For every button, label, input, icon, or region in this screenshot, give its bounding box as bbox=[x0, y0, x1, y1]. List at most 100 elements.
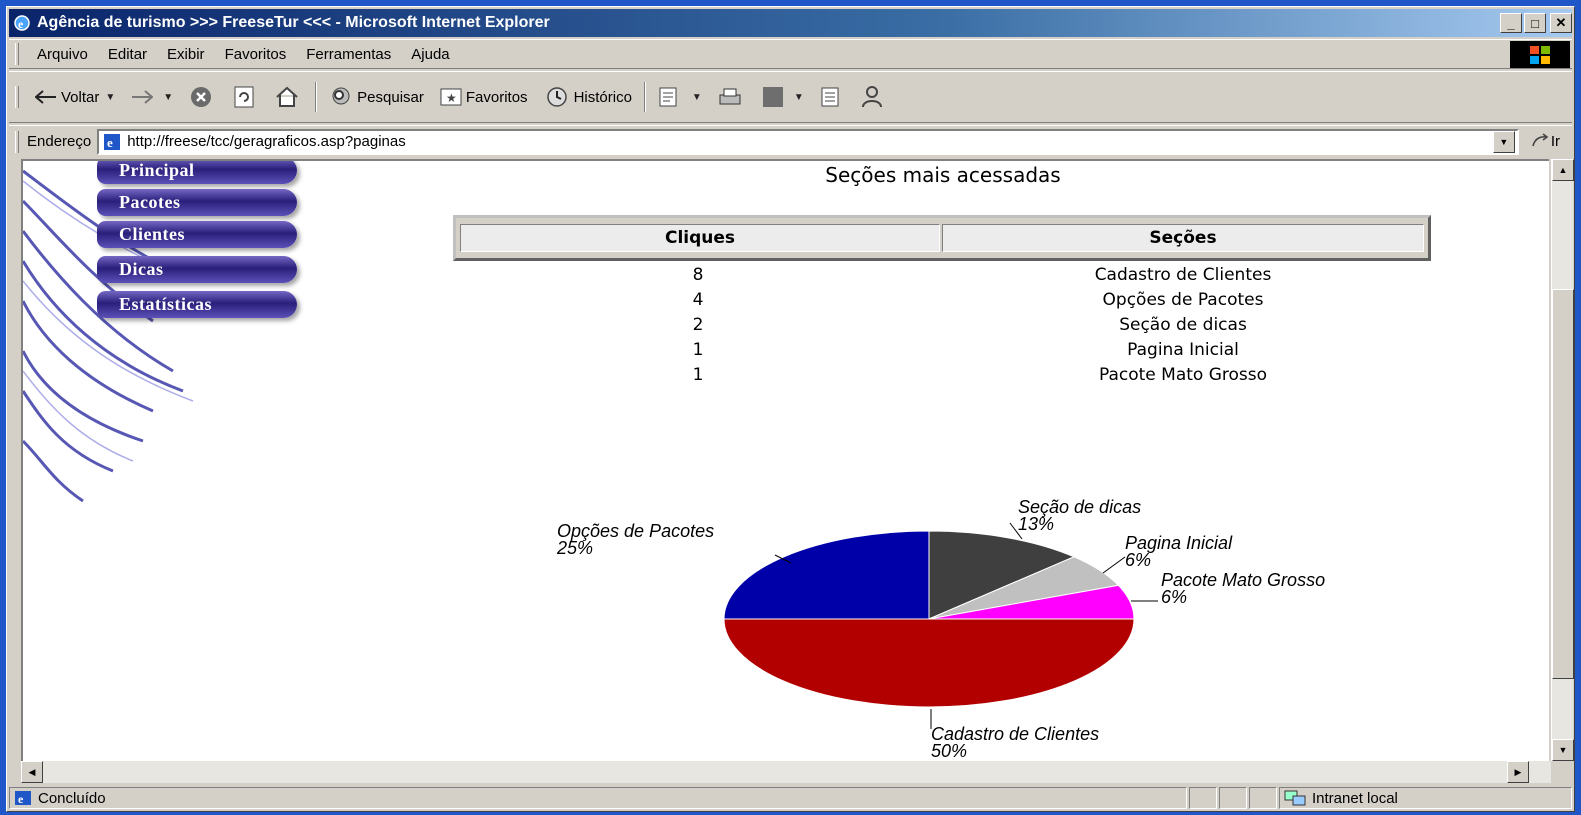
messenger-icon bbox=[860, 85, 884, 109]
back-arrow-icon bbox=[35, 90, 57, 104]
browser-window: e Agência de turismo >>> FreeseTur <<< -… bbox=[6, 6, 1575, 812]
ie-icon: e bbox=[13, 14, 31, 32]
home-icon bbox=[275, 86, 299, 108]
printer-icon bbox=[718, 87, 742, 107]
menu-ajuda[interactable]: Ajuda bbox=[401, 46, 459, 63]
print-button[interactable] bbox=[710, 79, 754, 115]
status-security-cell bbox=[1219, 787, 1247, 809]
pie-label-cadastro-de-clientes: Cadastro de Clientes 50% bbox=[931, 725, 1099, 760]
back-button[interactable]: Voltar ▼ bbox=[27, 79, 123, 115]
menu-arquivo[interactable]: Arquivo bbox=[27, 46, 98, 63]
vertical-scrollbar[interactable]: ▲ ▼ bbox=[1551, 159, 1574, 761]
status-bar: e Concluído Intranet local bbox=[9, 785, 1572, 811]
scroll-right-icon: ▶ bbox=[1514, 766, 1522, 777]
status-text-cell: e Concluído bbox=[9, 787, 1187, 809]
search-icon bbox=[329, 86, 353, 108]
pie-label-percent: 6% bbox=[1161, 587, 1188, 607]
standard-toolbar: Voltar ▼ ▼ Pesquisar ★ Favoritos Históri… bbox=[9, 71, 1572, 123]
status-progress-cell bbox=[1189, 787, 1217, 809]
pie-label-pacote-mato-grosso: Pacote Mato Grosso 6% bbox=[1161, 571, 1325, 607]
scroll-left-icon: ◀ bbox=[28, 766, 36, 777]
mail-button[interactable]: ▼ bbox=[650, 79, 710, 115]
pie-label-secao-de-dicas: Seção de dicas 13% bbox=[1018, 498, 1141, 534]
window-title: Agência de turismo >>> FreeseTur <<< - M… bbox=[37, 14, 550, 31]
messenger-button[interactable] bbox=[852, 79, 896, 115]
forward-button[interactable]: ▼ bbox=[123, 79, 181, 115]
edit-button[interactable]: ▼ bbox=[754, 79, 812, 115]
history-icon bbox=[544, 86, 570, 108]
address-input[interactable]: e http://freese/tcc/geragraficos.asp?pag… bbox=[97, 128, 1519, 155]
scroll-right-button[interactable]: ▶ bbox=[1507, 761, 1529, 783]
pie-label-pagina-inicial: Pagina Inicial 6% bbox=[1125, 534, 1232, 570]
menu-editar[interactable]: Editar bbox=[98, 46, 157, 63]
address-url: http://freese/tcc/geragraficos.asp?pagin… bbox=[127, 133, 406, 150]
page-icon: e bbox=[103, 133, 121, 151]
menu-exibir[interactable]: Exibir bbox=[157, 46, 215, 63]
vertical-scroll-thumb[interactable] bbox=[1552, 289, 1574, 679]
scroll-down-icon: ▼ bbox=[1558, 745, 1568, 755]
toolbar-separator bbox=[315, 82, 318, 112]
svg-text:★: ★ bbox=[446, 91, 457, 105]
address-label: Endereço bbox=[27, 133, 92, 150]
leader-pagina-inicial bbox=[1102, 556, 1126, 574]
menu-ferramentas[interactable]: Ferramentas bbox=[296, 46, 401, 63]
status-zone-cell: Intranet local bbox=[1279, 787, 1572, 809]
menu-bar: Arquivo Editar Exibir Favoritos Ferramen… bbox=[9, 39, 1572, 69]
favorites-button[interactable]: ★ Favoritos bbox=[432, 79, 536, 115]
edit-icon bbox=[762, 86, 784, 108]
go-button[interactable]: Ir bbox=[1523, 132, 1572, 152]
windows-logo-icon bbox=[1510, 41, 1570, 68]
minimize-icon: _ bbox=[1507, 15, 1515, 31]
status-zone: Intranet local bbox=[1312, 789, 1398, 807]
maximize-icon: □ bbox=[1531, 15, 1539, 31]
refresh-icon bbox=[233, 85, 255, 109]
forward-arrow-icon bbox=[131, 90, 154, 104]
scroll-up-button[interactable]: ▲ bbox=[1552, 159, 1574, 181]
svg-text:e: e bbox=[18, 792, 24, 806]
go-label: Ir bbox=[1550, 133, 1560, 150]
back-dropdown-icon[interactable]: ▼ bbox=[105, 92, 115, 103]
pie-label-percent: 13% bbox=[1018, 514, 1055, 534]
forward-dropdown-icon[interactable]: ▼ bbox=[163, 92, 173, 103]
refresh-button[interactable] bbox=[225, 79, 267, 115]
close-button[interactable]: ✕ bbox=[1550, 13, 1572, 33]
pie-label-percent: 25% bbox=[557, 538, 594, 558]
status-text: Concluído bbox=[38, 789, 106, 807]
menu-favoritos[interactable]: Favoritos bbox=[215, 46, 297, 63]
stop-icon bbox=[189, 85, 213, 109]
pie-label-percent: 6% bbox=[1125, 550, 1152, 570]
scroll-down-button[interactable]: ▼ bbox=[1552, 739, 1574, 761]
stop-button[interactable] bbox=[181, 79, 225, 115]
address-dropdown-icon[interactable]: ▼ bbox=[1492, 130, 1515, 153]
discuss-icon bbox=[820, 86, 840, 108]
address-bar: Endereço e http://freese/tcc/geragrafico… bbox=[9, 125, 1572, 157]
search-button[interactable]: Pesquisar bbox=[321, 79, 432, 115]
history-button[interactable]: Histórico bbox=[536, 79, 640, 115]
back-label: Voltar bbox=[61, 88, 100, 106]
close-icon: ✕ bbox=[1555, 15, 1567, 30]
status-page-icon: e bbox=[14, 790, 32, 806]
history-label: Histórico bbox=[573, 88, 632, 106]
scroll-up-icon: ▲ bbox=[1558, 165, 1568, 175]
go-arrow-icon bbox=[1531, 132, 1551, 152]
discuss-button[interactable] bbox=[812, 79, 852, 115]
minimize-button[interactable]: _ bbox=[1500, 13, 1522, 33]
edit-dropdown-icon[interactable]: ▼ bbox=[794, 92, 804, 103]
menu-grip[interactable] bbox=[15, 43, 19, 65]
leader-opcoes-de-pacotes bbox=[774, 554, 792, 564]
address-grip[interactable] bbox=[15, 130, 19, 153]
toolbar-separator bbox=[643, 82, 646, 112]
mail-icon bbox=[658, 86, 682, 108]
toolbar-grip[interactable] bbox=[15, 86, 19, 108]
horizontal-scrollbar[interactable]: ◀ ▶ bbox=[21, 761, 1551, 783]
title-bar[interactable]: e Agência de turismo >>> FreeseTur <<< -… bbox=[9, 9, 1572, 37]
scroll-left-button[interactable]: ◀ bbox=[21, 761, 43, 783]
pie-label-opcoes-de-pacotes: Opções de Pacotes 25% bbox=[557, 522, 714, 558]
maximize-button[interactable]: □ bbox=[1524, 13, 1546, 33]
mail-dropdown-icon[interactable]: ▼ bbox=[692, 92, 702, 103]
status-extra-cell bbox=[1249, 787, 1277, 809]
svg-text:e: e bbox=[18, 17, 24, 31]
favorites-icon: ★ bbox=[440, 87, 462, 107]
pie-leader-lines bbox=[774, 522, 1158, 729]
home-button[interactable] bbox=[267, 79, 311, 115]
